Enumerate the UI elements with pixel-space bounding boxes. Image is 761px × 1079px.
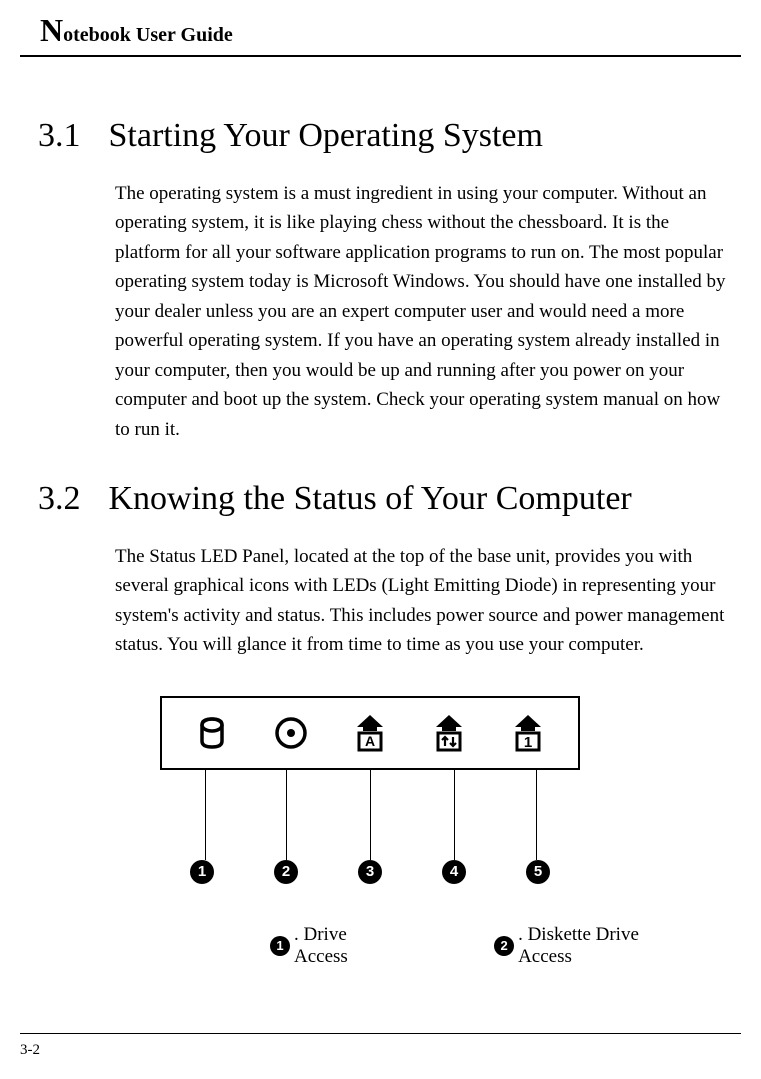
section-title: Knowing the Status of Your Computer [109, 480, 632, 518]
section-body-3-1: The operating system is a must ingredien… [115, 179, 731, 444]
callout-5: 5 [526, 860, 550, 884]
diskette-drive-icon [270, 712, 312, 754]
num-lock-icon: 1 [507, 712, 549, 754]
page-content: 3.1 Starting Your Operating System The o… [0, 57, 761, 968]
legend-text-2: . Diskette Drive Access [518, 924, 681, 968]
page-footer: 3-2 [20, 1033, 741, 1059]
page-number: 3-2 [20, 1042, 40, 1058]
callout-1: 1 [190, 860, 214, 884]
callout-4: 4 [442, 860, 466, 884]
callout-2: 2 [274, 860, 298, 884]
caps-lock-icon: A [349, 712, 391, 754]
legend-text-1: . Drive Access [294, 924, 394, 968]
section-heading-3-1: 3.1 Starting Your Operating System [20, 117, 741, 155]
section-title: Starting Your Operating System [109, 117, 543, 155]
callout-numbers-row: 1 2 3 4 5 [160, 860, 580, 884]
svg-text:A: A [365, 733, 375, 749]
section-number: 3.1 [38, 117, 81, 155]
led-panel-box: A 1 [160, 696, 580, 770]
callout-3: 3 [358, 860, 382, 884]
page-header: Notebook User Guide [20, 0, 741, 57]
section-number: 3.2 [38, 480, 81, 518]
legend-circle-1: 1 [270, 936, 290, 956]
section-body-3-2: The Status LED Panel, located at the top… [115, 542, 731, 660]
legend-circle-2: 2 [494, 936, 514, 956]
section-heading-3-2: 3.2 Knowing the Status of Your Computer [20, 480, 741, 518]
header-title-text: otebook User Guide [63, 24, 233, 46]
drive-access-icon [191, 712, 233, 754]
legend-row: 1 . Drive Access 2 . Diskette Drive Acce… [270, 924, 681, 968]
led-panel-figure: A 1 [160, 696, 681, 968]
legend-item-2: 2 . Diskette Drive Access [494, 924, 681, 968]
legend-item-1: 1 . Drive Access [270, 924, 394, 968]
scroll-lock-icon [428, 712, 470, 754]
header-drop-cap: N [40, 12, 63, 48]
header-title: Notebook User Guide [40, 12, 721, 49]
callout-lines [160, 770, 580, 860]
svg-text:1: 1 [524, 734, 532, 751]
